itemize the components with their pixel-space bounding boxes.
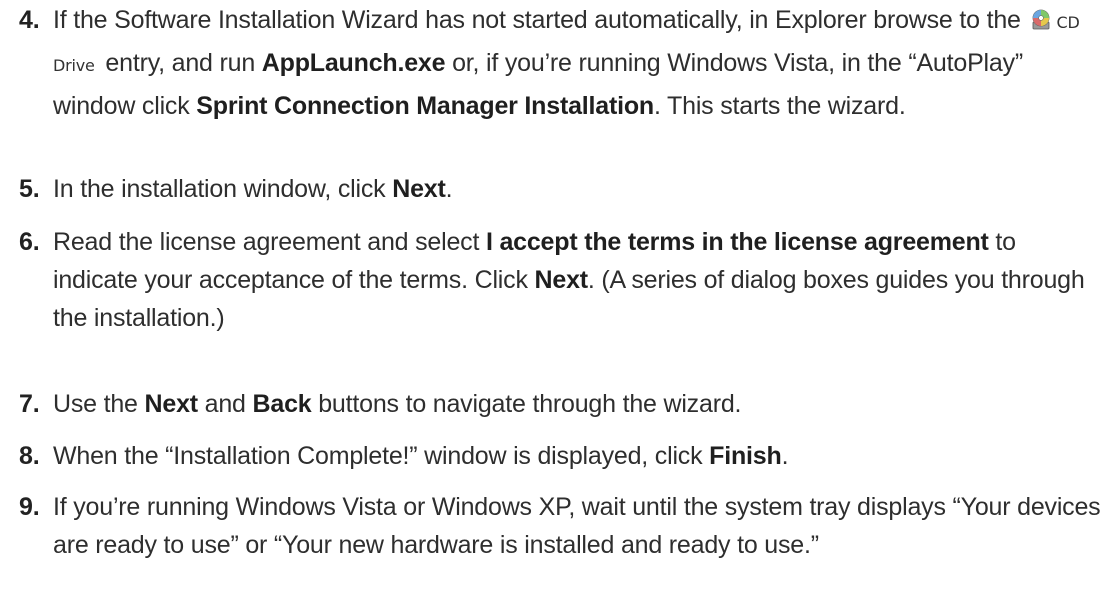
step-text-segment: . This starts the wizard.: [654, 92, 906, 120]
step-item: 5. In the installation window, click Next…: [0, 170, 1107, 208]
step-number: 7.: [19, 390, 40, 418]
step-text: When the “Installation Complete!” window…: [53, 442, 789, 470]
step-text: In the installation window, click Next.: [53, 175, 453, 203]
step-item: 6. Read the license agreement and select …: [0, 223, 1107, 337]
step-text-segment: entry, and run: [98, 49, 262, 77]
bold-ui-term: Finish: [709, 442, 782, 470]
step-item: 4. If the Software Installation Wizard ha…: [0, 0, 1107, 126]
step-item: 8. When the “Installation Complete!” wind…: [0, 437, 1107, 475]
step-text-segment: If you’re running Windows Vista or Windo…: [53, 493, 1101, 559]
bold-ui-term: Next: [534, 266, 589, 294]
bold-ui-term: Back: [252, 390, 312, 418]
step-number: 5.: [19, 175, 40, 203]
step-item: 9. If you’re running Windows Vista or Win…: [0, 488, 1107, 564]
bold-ui-term: Sprint Connection Manager Installation: [196, 92, 654, 120]
bold-ui-term: Next: [392, 175, 446, 203]
bold-ui-term: Next: [144, 390, 199, 418]
step-text: Read the license agreement and select I …: [53, 228, 1085, 332]
step-text-segment: buttons to navigate through the wizard.: [311, 390, 742, 418]
step-number: 6.: [19, 228, 40, 256]
bold-ui-term: AppLaunch.exe: [261, 49, 446, 77]
step-number: 8.: [19, 442, 40, 470]
step-text-segment: and: [197, 390, 253, 418]
step-text: Use the Next and Back buttons to navigat…: [53, 390, 741, 418]
step-text-segment: When the “Installation Complete!” window…: [53, 442, 710, 470]
step-text: If you’re running Windows Vista or Windo…: [53, 493, 1101, 559]
step-item: 7. Use the Next and Back buttons to navig…: [0, 385, 1107, 423]
step-text-segment: If the Software Installation Wizard has …: [53, 6, 1028, 34]
step-text-segment: Use the: [53, 390, 145, 418]
step-text: If the Software Installation Wizard has …: [53, 6, 1080, 120]
step-text-segment: .: [445, 175, 453, 203]
step-text-segment: In the installation window, click: [53, 175, 393, 203]
bold-ui-term: I accept the terms in the license agreem…: [485, 228, 989, 256]
step-number: 9.: [19, 493, 40, 521]
step-number: 4.: [19, 6, 40, 34]
cd-drive-icon: [1033, 9, 1050, 30]
step-text-segment: Read the license agreement and select: [53, 228, 486, 256]
step-text-segment: .: [781, 442, 789, 470]
